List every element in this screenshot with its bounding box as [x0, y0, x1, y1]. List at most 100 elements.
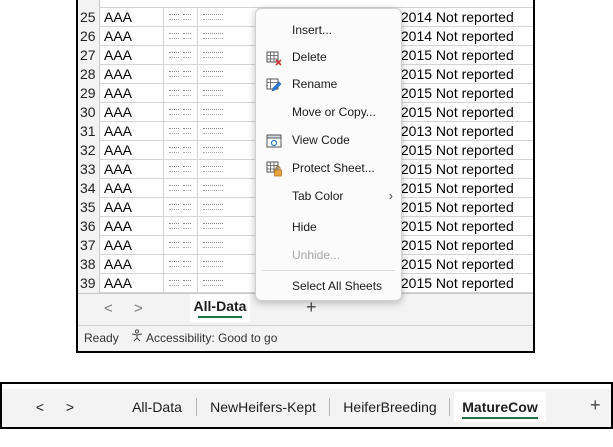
cell-redacted[interactable] — [199, 122, 259, 141]
row-header[interactable]: 27 — [78, 46, 100, 65]
row-header[interactable]: 34 — [78, 179, 100, 198]
row-header[interactable]: 28 — [78, 65, 100, 84]
redaction-mark — [203, 166, 223, 172]
tab-label: All-Data — [193, 298, 247, 314]
scroll-tabs-left-button[interactable]: < — [104, 300, 113, 317]
cell-redacted[interactable] — [165, 236, 198, 255]
row-header[interactable]: 33 — [78, 160, 100, 179]
redaction-mark — [183, 185, 191, 191]
redaction-mark — [169, 109, 179, 115]
cell-redacted[interactable] — [165, 46, 198, 65]
accessibility-status[interactable]: Accessibility: Good to go — [130, 326, 277, 350]
redaction-mark — [169, 52, 179, 58]
cell-redacted[interactable] — [199, 8, 259, 27]
cell-redacted[interactable] — [199, 84, 259, 103]
cell-redacted[interactable] — [199, 46, 259, 65]
menu-item-rename[interactable]: Rename — [256, 71, 401, 97]
cell-redacted[interactable] — [199, 160, 259, 179]
cell-redacted[interactable] — [165, 65, 198, 84]
row-header[interactable]: 35 — [78, 198, 100, 217]
cell-redacted[interactable] — [199, 198, 259, 217]
redaction-mark — [169, 185, 179, 191]
menu-item-delete[interactable]: Delete — [256, 44, 401, 70]
cell-redacted[interactable] — [199, 236, 259, 255]
cell-redacted[interactable] — [165, 122, 198, 141]
cell-redacted[interactable] — [199, 217, 259, 236]
cut-off-row — [2, 384, 611, 389]
menu-item-label: Tab Color — [292, 189, 344, 203]
cell-redacted[interactable] — [199, 65, 259, 84]
cell-redacted[interactable] — [165, 27, 198, 46]
tab-newheifers-kept[interactable]: NewHeifers-Kept — [202, 392, 324, 422]
menu-item-label: Delete — [292, 50, 327, 64]
row-header[interactable]: 30 — [78, 103, 100, 122]
row-header[interactable]: 31 — [78, 122, 100, 141]
redaction-mark — [183, 109, 191, 115]
row-header[interactable]: 29 — [78, 84, 100, 103]
tab-maturecow[interactable]: MatureCow — [454, 392, 546, 422]
menu-item-protect-sheet[interactable]: Protect Sheet... — [256, 155, 401, 181]
cell-redacted[interactable] — [199, 27, 259, 46]
accessibility-icon — [130, 326, 143, 350]
cell-redacted[interactable] — [165, 141, 198, 160]
cell-redacted[interactable] — [165, 8, 198, 27]
row-header[interactable]: 37 — [78, 236, 100, 255]
cell-redacted[interactable] — [199, 255, 259, 274]
redaction-mark — [203, 185, 223, 191]
cell-breed[interactable]: AAA — [102, 255, 164, 274]
redaction-mark — [183, 261, 191, 267]
redaction-mark — [203, 223, 223, 229]
menu-item-insert[interactable]: Insert... — [256, 17, 401, 43]
row-header[interactable] — [78, 0, 100, 8]
cell-breed[interactable]: AAA — [102, 179, 164, 198]
cell-breed[interactable]: AAA — [102, 65, 164, 84]
cell-breed[interactable]: AAA — [102, 217, 164, 236]
cell-breed[interactable]: AAA — [102, 8, 164, 27]
cell-redacted[interactable] — [165, 179, 198, 198]
row-header[interactable]: 39 — [78, 274, 100, 293]
new-sheet-button[interactable]: + — [590, 395, 601, 416]
cell-redacted[interactable] — [165, 103, 198, 122]
row-header[interactable]: 26 — [78, 27, 100, 46]
cell-breed[interactable]: AAA — [102, 122, 164, 141]
cell-breed[interactable]: AAA — [102, 103, 164, 122]
cell-redacted[interactable] — [199, 103, 259, 122]
menu-item-hide[interactable]: Hide — [256, 214, 401, 240]
cell-redacted[interactable] — [165, 84, 198, 103]
cell-breed[interactable]: AAA — [102, 198, 164, 217]
tab-all-data[interactable]: All-Data — [122, 392, 192, 422]
cell-redacted[interactable] — [165, 198, 198, 217]
cell-redacted[interactable] — [165, 160, 198, 179]
cell-redacted[interactable] — [199, 179, 259, 198]
cell-breed[interactable]: AAA — [102, 84, 164, 103]
menu-item-move-copy[interactable]: Move or Copy... — [256, 99, 401, 125]
scroll-tabs-left-button[interactable]: < — [32, 392, 48, 422]
menu-item-tab-color[interactable]: Tab Color › — [256, 183, 401, 209]
redaction-mark — [203, 52, 223, 58]
menu-separator — [262, 270, 395, 271]
row-header[interactable]: 32 — [78, 141, 100, 160]
row-header[interactable]: 36 — [78, 217, 100, 236]
table-row[interactable] — [78, 0, 533, 8]
cell-breed[interactable]: AAA — [102, 46, 164, 65]
cell-redacted[interactable] — [165, 217, 198, 236]
redaction-mark — [203, 71, 223, 77]
scroll-tabs-right-button[interactable]: > — [134, 300, 143, 317]
cell-breed[interactable]: AAA — [102, 27, 164, 46]
cell-redacted[interactable] — [199, 274, 259, 293]
cell-redacted[interactable] — [165, 255, 198, 274]
scroll-tabs-right-button[interactable]: > — [62, 392, 78, 422]
menu-item-view-code[interactable]: View Code — [256, 127, 401, 153]
cell-redacted[interactable] — [165, 274, 198, 293]
tab-heiferbreeding[interactable]: HeiferBreeding — [335, 392, 445, 422]
cell-breed[interactable]: AAA — [102, 236, 164, 255]
cell-breed[interactable]: AAA — [102, 141, 164, 160]
tab-all-data[interactable]: All-Data — [190, 294, 250, 322]
row-header[interactable]: 38 — [78, 255, 100, 274]
row-header[interactable]: 25 — [78, 8, 100, 27]
cell-redacted[interactable] — [199, 141, 259, 160]
redaction-mark — [183, 128, 191, 134]
cell-breed[interactable]: AAA — [102, 160, 164, 179]
cell-breed[interactable]: AAA — [102, 274, 164, 293]
menu-item-select-all-sheets[interactable]: Select All Sheets — [256, 273, 401, 299]
